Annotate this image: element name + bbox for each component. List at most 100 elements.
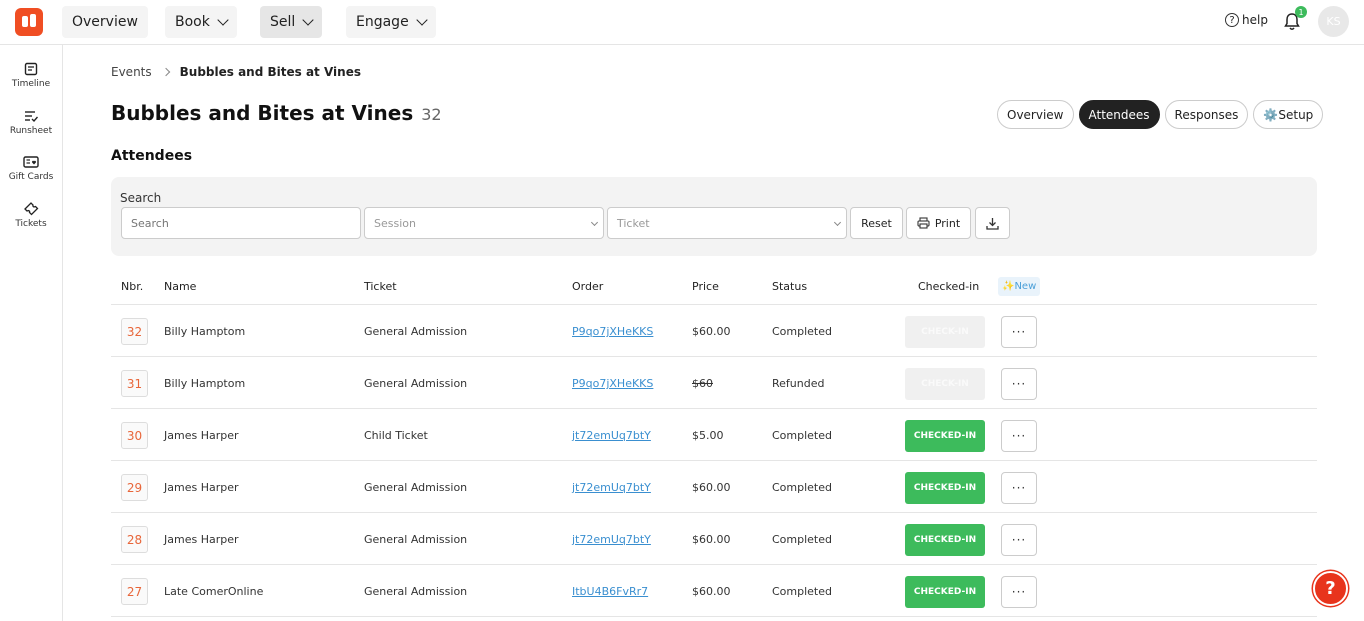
order-link[interactable]: jt72emUq7btY [572,481,651,494]
session-select-value: Session [374,216,416,230]
attendee-name: James Harper [164,429,239,442]
tab-responses[interactable]: Responses [1164,100,1249,129]
breadcrumb-events-link[interactable]: Events [111,65,152,79]
nav-sell-label: Sell [270,14,296,30]
checkin-button[interactable]: CHECKED-IN [905,524,985,556]
checkin-button[interactable]: CHECKED-IN [905,576,985,608]
nav-overview[interactable]: Overview [62,6,148,38]
question-circle-icon: ? [1225,13,1239,27]
status-text: Completed [772,481,832,494]
help-label: help [1242,13,1268,27]
ellipsis-icon: ··· [1011,585,1027,599]
more-actions-button[interactable]: ··· [1001,472,1037,504]
ticket-type: General Admission [364,325,468,338]
checkin-button[interactable]: CHECKED-IN [905,472,985,504]
order-link[interactable]: P9qo7jXHeKKS [572,377,653,390]
status-text: Completed [772,585,832,598]
tab-setup[interactable]: ⚙️Setup [1253,100,1324,129]
ellipsis-icon: ··· [1011,325,1027,339]
header-name: Name [164,280,197,293]
sidebar-item-label: Runsheet [9,126,53,136]
notification-badge: 1 [1295,6,1307,18]
price: $60.00 [692,325,731,338]
nav-sell[interactable]: Sell [260,6,323,38]
nav-book[interactable]: Book [165,6,237,38]
gift-card-icon [23,156,39,168]
status-text: Completed [772,325,832,338]
download-button[interactable] [975,207,1010,239]
more-actions-button[interactable]: ··· [1001,420,1037,452]
sidebar-item-label: Timeline [11,79,51,89]
sidebar-item-runsheet[interactable]: Runsheet [0,109,62,136]
chevron-right-icon [161,67,170,77]
price: $60.00 [692,481,731,494]
ellipsis-icon: ··· [1011,533,1027,547]
reset-button[interactable]: Reset [850,207,903,239]
header-order: Order [572,280,604,293]
more-actions-button[interactable]: ··· [1001,316,1037,348]
header-status: Status [772,280,808,293]
session-select[interactable]: Session [364,207,604,239]
print-button[interactable]: Print [906,207,971,239]
sidebar-item-label: Tickets [15,219,47,229]
checkin-button[interactable]: CHECKED-IN [905,420,985,452]
order-link[interactable]: P9qo7jXHeKKS [572,325,653,338]
attendee-name: James Harper [164,481,239,494]
ticket-type: Child Ticket [364,429,428,442]
more-actions-button[interactable]: ··· [1001,576,1037,608]
ticket-select[interactable]: Ticket [607,207,847,239]
row-number: 29 [121,474,148,501]
ellipsis-icon: ··· [1011,429,1027,443]
ellipsis-icon: ··· [1011,481,1027,495]
avatar[interactable]: KS [1318,6,1349,37]
reset-button-label: Reset [861,216,892,230]
header-ticket: Ticket [364,280,397,293]
sidebar-item-gift-cards[interactable]: Gift Cards [0,155,62,182]
table-row: 30 James Harper Child Ticket jt72emUq7btY $5… [111,409,1317,461]
sidebar-item-tickets[interactable]: Tickets [0,202,62,229]
timeline-icon [24,62,38,76]
price: $60.00 [692,533,731,546]
ticket-select-value: Ticket [617,216,650,230]
table-row: 29 James Harper General Admission jt72emUq7… [111,461,1317,513]
checkin-button: CHECK-IN [905,368,985,400]
nav-overview-label: Overview [72,14,138,30]
attendee-name: Billy Hamptom [164,325,246,338]
ellipsis-icon: ··· [1011,377,1027,391]
more-actions-button[interactable]: ··· [1001,368,1037,400]
main-content: Events Bubbles and Bites at Vines Bubble… [63,45,1364,621]
row-number: 27 [121,578,148,605]
tab-attendees[interactable]: Attendees [1078,100,1160,129]
attendee-name: Late ComerOnline [164,585,264,598]
header-checked-in: Checked-in [918,280,980,293]
table-row: 31 Billy Hamptom General Admission P9qo7jXH… [111,357,1317,409]
help-link[interactable]: ? help [1225,13,1268,27]
section-title: Attendees [111,148,193,164]
search-input[interactable] [121,207,361,239]
price: $60.00 [692,585,731,598]
brand-logo[interactable] [15,8,43,36]
print-button-label: Print [934,216,961,230]
ticket-type: General Admission [364,481,468,494]
chevron-down-icon [416,14,428,26]
runsheet-icon [25,111,38,123]
attendee-count: 32 [421,105,442,124]
chevron-down-icon [302,14,314,26]
more-actions-button[interactable]: ··· [1001,524,1037,556]
help-fab-button[interactable]: ? [1313,571,1348,606]
chevron-down-icon [833,218,842,227]
table-row: 28 James Harper General Admission jt72emUq7… [111,513,1317,565]
order-link[interactable]: jt72emUq7btY [572,533,651,546]
order-link[interactable]: ItbU4B6FvRr7 [572,585,648,598]
sidebar-item-timeline[interactable]: Timeline [0,62,62,89]
row-number: 30 [121,422,148,449]
ticket-icon [24,202,39,216]
status-text: Refunded [772,377,825,390]
nav-engage[interactable]: Engage [346,6,436,38]
tab-overview[interactable]: Overview [997,100,1074,129]
order-link[interactable]: jt72emUq7btY [572,429,651,442]
status-text: Completed [772,429,832,442]
chevron-down-icon [217,14,229,26]
printer-icon [917,217,930,229]
header-price: Price [692,280,719,293]
